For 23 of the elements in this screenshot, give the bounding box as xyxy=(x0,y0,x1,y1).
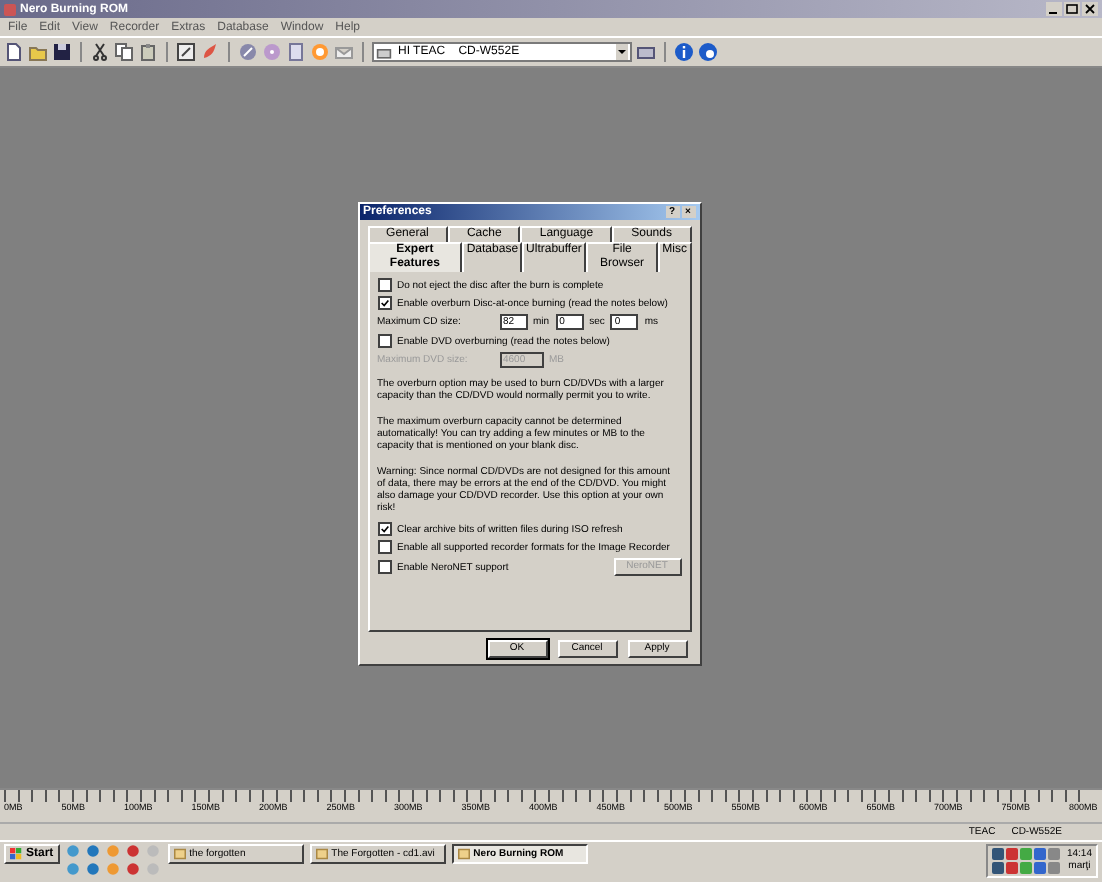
checkbox[interactable] xyxy=(377,296,391,310)
dropdown-arrow-icon xyxy=(616,44,628,60)
paste-icon[interactable] xyxy=(138,42,158,62)
minimize-icon[interactable] xyxy=(1046,2,1062,16)
checkbox[interactable] xyxy=(377,334,391,348)
drive-icon xyxy=(376,45,392,59)
edit-icon[interactable] xyxy=(176,42,196,62)
checkbox[interactable] xyxy=(377,522,391,536)
copy-icon[interactable] xyxy=(114,42,134,62)
new-file-icon[interactable] xyxy=(4,42,24,62)
circle-icon[interactable] xyxy=(310,42,330,62)
windows-flag-icon xyxy=(10,848,22,860)
drive-icon[interactable] xyxy=(636,42,656,62)
cut-icon[interactable] xyxy=(90,42,110,62)
save-icon[interactable] xyxy=(52,42,72,62)
checkbox[interactable] xyxy=(377,540,391,554)
disc-icon[interactable] xyxy=(262,42,282,62)
maximize-icon[interactable] xyxy=(1064,2,1080,16)
envelope-icon[interactable] xyxy=(334,42,354,62)
document-icon[interactable] xyxy=(286,42,306,62)
close-icon[interactable] xyxy=(1082,2,1098,16)
checkbox[interactable] xyxy=(377,560,391,574)
checkbox[interactable] xyxy=(377,278,391,292)
